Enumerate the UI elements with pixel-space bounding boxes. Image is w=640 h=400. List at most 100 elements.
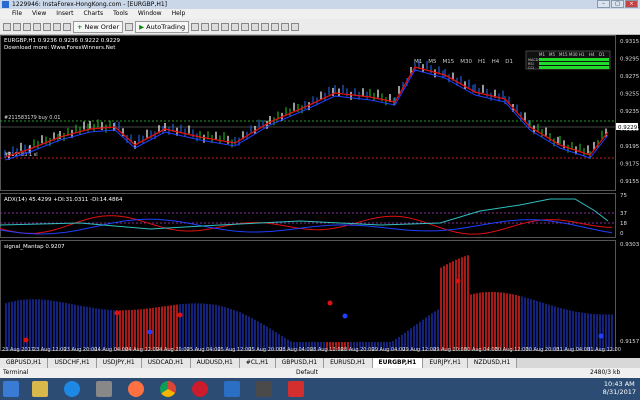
menu-help[interactable]: Help: [172, 9, 186, 19]
period-icon[interactable]: [281, 22, 290, 31]
timeframe-m5[interactable]: M5: [428, 59, 436, 65]
terminal-label[interactable]: Terminal: [3, 368, 28, 378]
chart-tab[interactable]: GBPUSD,H1: [0, 358, 49, 368]
time-tick-label: 30 Aug 04:00: [464, 347, 498, 352]
price-tick-label: 0.9295: [620, 57, 640, 63]
autotrading-button[interactable]: ▶ AutoTrading: [135, 20, 190, 33]
price-tick-label: 0.9235: [620, 109, 640, 115]
autoscroll-icon[interactable]: [251, 22, 260, 31]
adx-plus-di-line: [0, 215, 613, 235]
chart-tab[interactable]: GBPUSD,H1: [275, 358, 325, 368]
order-label-buy: #211583179 buy 0.01: [4, 115, 60, 121]
metatrader-icon[interactable]: [288, 381, 304, 397]
navigator-icon[interactable]: [43, 22, 51, 31]
chart-tab[interactable]: AUDUSD,H1: [190, 358, 240, 368]
new-order-button[interactable]: + New Order: [73, 20, 124, 33]
media-icon[interactable]: [96, 381, 112, 397]
menu-charts[interactable]: Charts: [84, 9, 104, 19]
price-tick-label: 0.9195: [620, 144, 640, 150]
timeframe-m30[interactable]: M30: [460, 59, 472, 65]
timeframe-m15[interactable]: M15: [443, 59, 455, 65]
signal-dot: [114, 310, 120, 316]
chart-tab[interactable]: USDCHF,H1: [48, 358, 97, 368]
mtf-signal-bar: [539, 62, 609, 65]
start-icon[interactable]: [3, 381, 19, 397]
chart-canvas[interactable]: EURGBP,H1 0.9236 0.9236 0.9222 0.9229Dow…: [0, 35, 640, 352]
menu-view[interactable]: View: [32, 9, 46, 19]
tester-icon[interactable]: [63, 22, 71, 31]
candlestick-icon[interactable]: [201, 22, 210, 31]
chart-tab[interactable]: NZDUSD,H1: [467, 358, 518, 368]
chart-tab[interactable]: EURJPY,H1: [423, 358, 468, 368]
moving-average-blue: [4, 69, 609, 161]
signal-dot: [177, 312, 183, 318]
menu-tools[interactable]: Tools: [113, 9, 128, 19]
chart-tabs: GBPUSD,H1 USDCHF,H1 USDJPY,H1 USDCAD,H1 …: [0, 358, 640, 368]
timeframe-h1[interactable]: H1: [478, 59, 486, 65]
chart-tab[interactable]: #CL,H1: [239, 358, 276, 368]
adx-tick-label: 75: [620, 193, 627, 199]
opera-icon[interactable]: [192, 381, 208, 397]
play-icon: ▶: [139, 22, 145, 31]
data-window-icon[interactable]: [33, 22, 41, 31]
close-button[interactable]: ×: [625, 0, 638, 8]
chart-shift-icon[interactable]: [261, 22, 270, 31]
profiles-icon[interactable]: [13, 22, 21, 31]
app-icon[interactable]: [256, 381, 272, 397]
signal-dot: [455, 278, 461, 284]
menu-insert[interactable]: Insert: [56, 9, 73, 19]
mtf-timeframe-label: M30: [569, 52, 578, 57]
metaeditor-icon[interactable]: [125, 22, 134, 31]
new-chart-icon[interactable]: [3, 22, 11, 31]
signal-label: signal_Mantap 0.9207: [4, 244, 65, 250]
chart-tab[interactable]: EURUSD,H1: [324, 358, 373, 368]
terminal-icon[interactable]: [53, 22, 61, 31]
indicators-icon[interactable]: [271, 22, 280, 31]
profile-label: Default: [296, 369, 318, 376]
adx-tick-label: 0: [620, 231, 624, 237]
market-watch-icon[interactable]: [23, 22, 31, 31]
maximize-button[interactable]: □: [611, 0, 624, 8]
chart-tab-active[interactable]: EURGBP,H1: [372, 358, 424, 368]
time-tick-label: 31 Aug 04:00: [556, 347, 590, 352]
word-icon[interactable]: [224, 381, 240, 397]
menu-file[interactable]: File: [12, 9, 22, 19]
time-tick-label: 31 Aug 12:00: [587, 347, 621, 352]
time-tick-label: 28 Aug 04:00: [279, 347, 313, 352]
adx-tick-label: 18: [620, 221, 627, 227]
toolbar: + New Order ▶ AutoTrading: [0, 19, 640, 35]
tile-windows-icon[interactable]: [241, 22, 250, 31]
file-explorer-icon[interactable]: [32, 381, 48, 397]
system-clock[interactable]: 10:43 AM 8/31/2017: [603, 380, 636, 396]
timeframe-m1[interactable]: M1: [414, 59, 422, 65]
chart-tab[interactable]: USDCAD,H1: [141, 358, 191, 368]
firefox-icon[interactable]: [128, 381, 144, 397]
signal-dot: [327, 300, 333, 306]
ie-icon[interactable]: [64, 381, 80, 397]
timeframe-h4[interactable]: H4: [492, 59, 500, 65]
time-tick-label: 30 Aug 20:00: [526, 347, 560, 352]
templates-icon[interactable]: [291, 22, 300, 31]
minimize-button[interactable]: –: [597, 0, 610, 8]
chrome-icon[interactable]: [160, 381, 176, 397]
window-title: 1229946: InstaForex-HongKong.com - [EURG…: [12, 1, 167, 8]
current-price-label: 0.9229: [618, 125, 638, 131]
taskbar: 10:43 AM 8/31/2017: [0, 378, 640, 400]
zoom-out-icon[interactable]: [231, 22, 240, 31]
chart-tab[interactable]: USDJPY,H1: [96, 358, 142, 368]
price-tick-label: 0.9255: [620, 92, 640, 98]
chart-window[interactable]: EURGBP,H1 0.9236 0.9236 0.9222 0.9229 Dow…: [0, 35, 640, 352]
mtf-signal-bar: [539, 58, 609, 61]
signal-dot: [598, 333, 604, 339]
zoom-in-icon[interactable]: [221, 22, 230, 31]
bar-chart-icon[interactable]: [191, 22, 200, 31]
time-tick-label: 25 Aug 04:00: [187, 347, 221, 352]
timeframe-d1[interactable]: D1: [505, 59, 513, 65]
time-tick-label: 24 Aug 20:00: [156, 347, 190, 352]
timeframe-buttons: M1 M5 M15 M30 H1 H4 D1: [414, 59, 513, 65]
mtf-signal-bar: [539, 66, 609, 69]
menu-window[interactable]: Window: [138, 9, 162, 19]
status-bar: Terminal Default 2480/3 kb: [0, 368, 640, 378]
signal-dot: [147, 329, 153, 335]
line-chart-icon[interactable]: [211, 22, 220, 31]
